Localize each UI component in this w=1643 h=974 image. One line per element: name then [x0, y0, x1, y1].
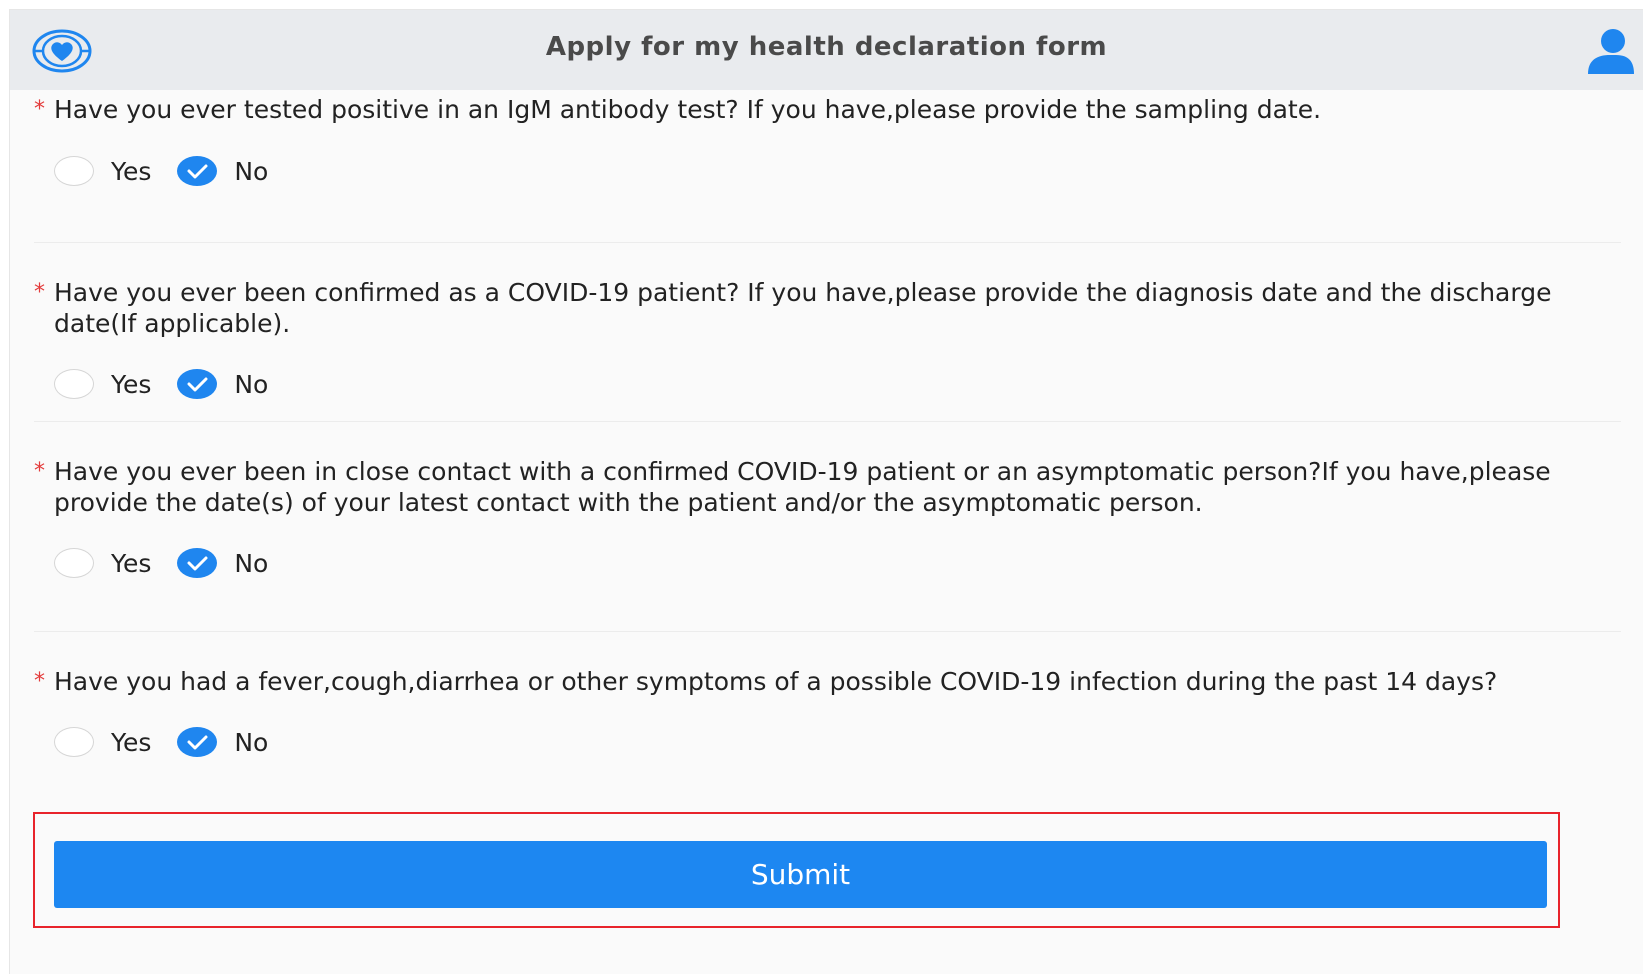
- submit-button[interactable]: Submit: [54, 841, 1547, 908]
- question-item: * Have you ever tested positive in an Ig…: [34, 90, 1621, 243]
- option-label-no[interactable]: No: [234, 157, 268, 186]
- checkmark-icon: [187, 556, 208, 571]
- question-item: * Have you ever been in close contact wi…: [34, 422, 1621, 632]
- option-label-yes[interactable]: Yes: [111, 157, 151, 186]
- radio-no-checked[interactable]: [177, 156, 218, 186]
- question-item: * Have you had a fever,cough,diarrhea or…: [34, 632, 1621, 806]
- form-content: * Have you ever tested positive in an Ig…: [10, 90, 1643, 806]
- app-frame: Apply for my health declaration form * H…: [9, 9, 1643, 974]
- option-label-yes[interactable]: Yes: [111, 728, 151, 757]
- radio-yes[interactable]: [54, 369, 94, 399]
- checkmark-icon: [187, 377, 208, 392]
- option-label-no[interactable]: No: [234, 549, 268, 578]
- header-bar: Apply for my health declaration form: [10, 10, 1643, 90]
- required-mark: *: [34, 459, 45, 484]
- question-text: * Have you had a fever,cough,diarrhea or…: [34, 666, 1621, 697]
- checkmark-icon: [187, 735, 208, 750]
- submit-highlight-box: Submit: [33, 812, 1560, 928]
- question-label: Have you had a fever,cough,diarrhea or o…: [54, 667, 1498, 696]
- user-icon[interactable]: [1585, 28, 1635, 76]
- required-mark: *: [34, 669, 45, 694]
- checkmark-icon: [187, 164, 208, 179]
- question-label: Have you ever been in close contact with…: [54, 457, 1551, 517]
- option-label-yes[interactable]: Yes: [111, 549, 151, 578]
- question-item: * Have you ever been confirmed as a COVI…: [34, 243, 1621, 422]
- question-text: * Have you ever been confirmed as a COVI…: [34, 277, 1621, 339]
- option-label-no[interactable]: No: [234, 370, 268, 399]
- radio-yes[interactable]: [54, 156, 94, 186]
- required-mark: *: [34, 280, 45, 305]
- radio-no-checked[interactable]: [177, 727, 218, 757]
- radio-group: Yes No: [34, 534, 1621, 592]
- option-label-yes[interactable]: Yes: [111, 370, 151, 399]
- question-text: * Have you ever tested positive in an Ig…: [34, 94, 1621, 125]
- option-label-no[interactable]: No: [234, 728, 268, 757]
- radio-group: Yes No: [34, 355, 1621, 413]
- radio-group: Yes No: [34, 713, 1621, 771]
- page-title: Apply for my health declaration form: [545, 32, 1108, 62]
- radio-yes[interactable]: [54, 548, 94, 578]
- radio-no-checked[interactable]: [177, 548, 218, 578]
- radio-group: Yes No: [34, 142, 1621, 200]
- question-label: Have you ever been confirmed as a COVID-…: [54, 278, 1552, 338]
- radio-yes[interactable]: [54, 727, 94, 757]
- required-mark: *: [34, 97, 45, 122]
- question-text: * Have you ever been in close contact wi…: [34, 456, 1621, 518]
- radio-no-checked[interactable]: [177, 369, 218, 399]
- question-label: Have you ever tested positive in an IgM …: [54, 95, 1322, 124]
